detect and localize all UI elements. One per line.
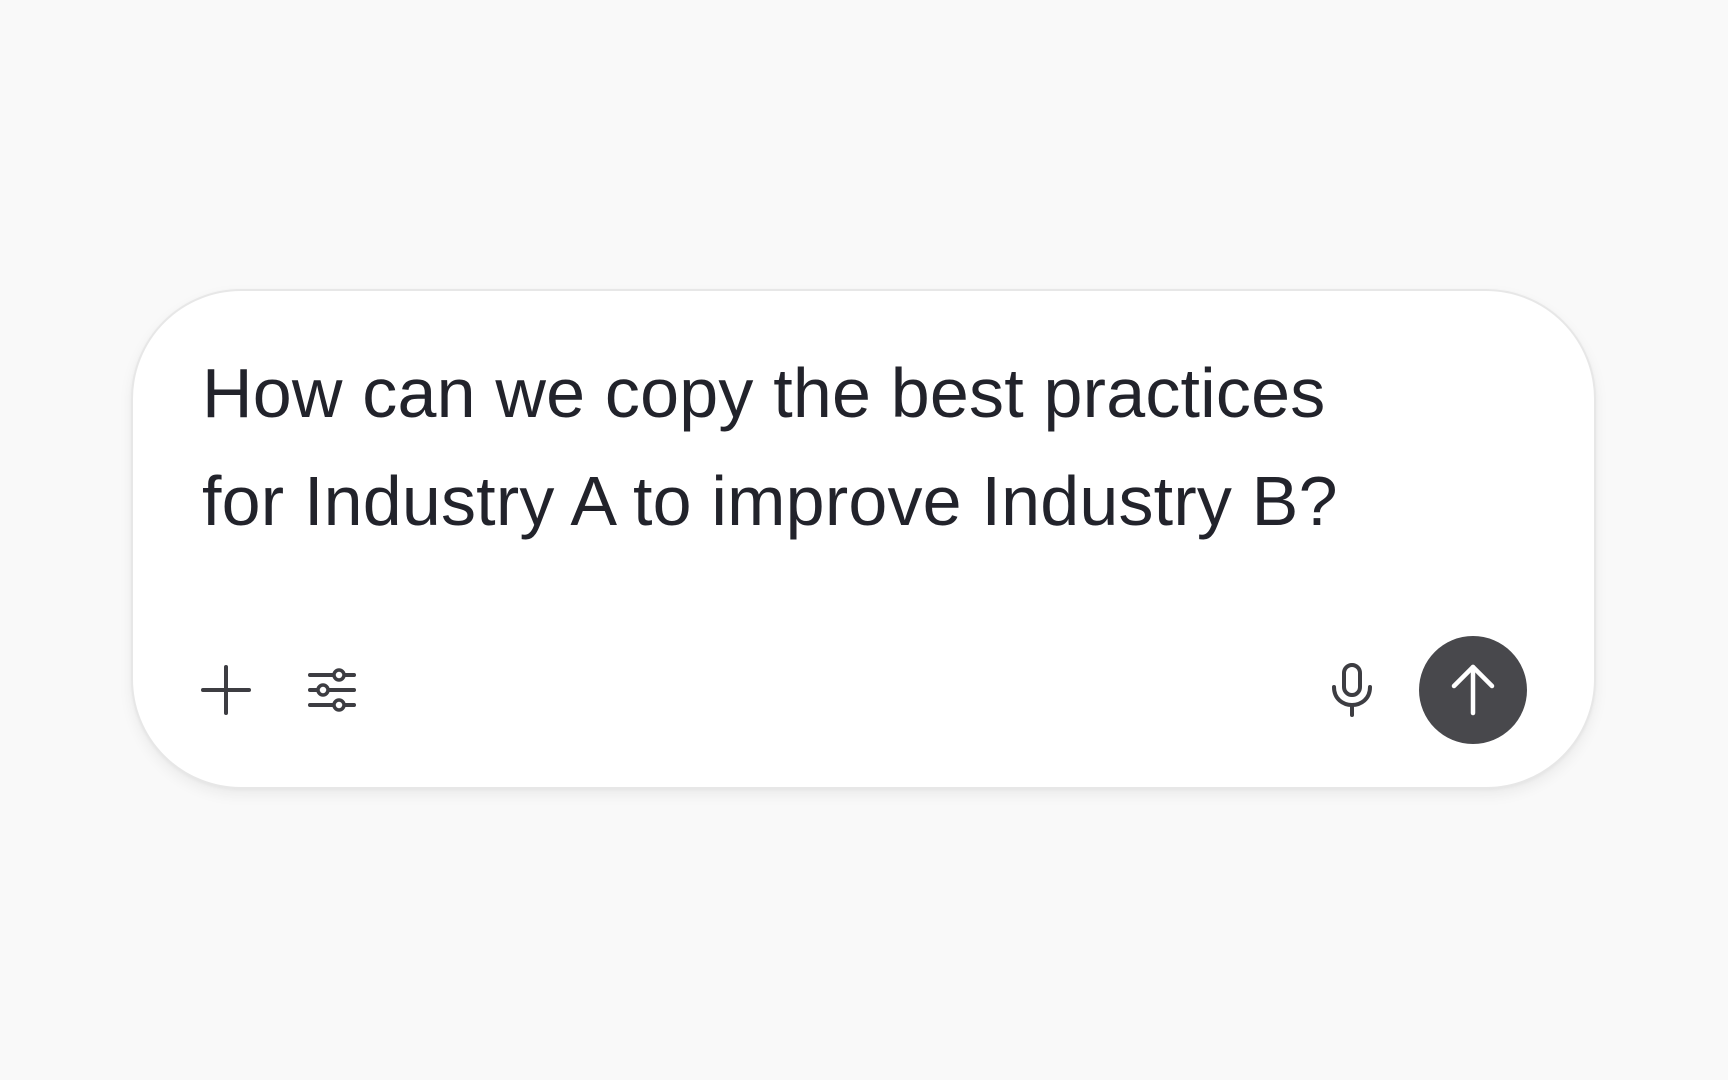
microphone-icon bbox=[1332, 663, 1372, 717]
tools-button[interactable] bbox=[302, 660, 362, 720]
add-attachment-button[interactable] bbox=[196, 660, 256, 720]
send-button[interactable] bbox=[1419, 636, 1527, 744]
arrow-up-icon bbox=[1451, 664, 1495, 716]
microphone-button[interactable] bbox=[1322, 660, 1382, 720]
prompt-input[interactable]: How can we copy the best practices for I… bbox=[202, 339, 1462, 555]
prompt-composer: How can we copy the best practices for I… bbox=[131, 289, 1596, 789]
sliders-icon bbox=[308, 668, 356, 712]
plus-icon bbox=[201, 665, 251, 715]
page: How can we copy the best practices for I… bbox=[0, 0, 1728, 1080]
